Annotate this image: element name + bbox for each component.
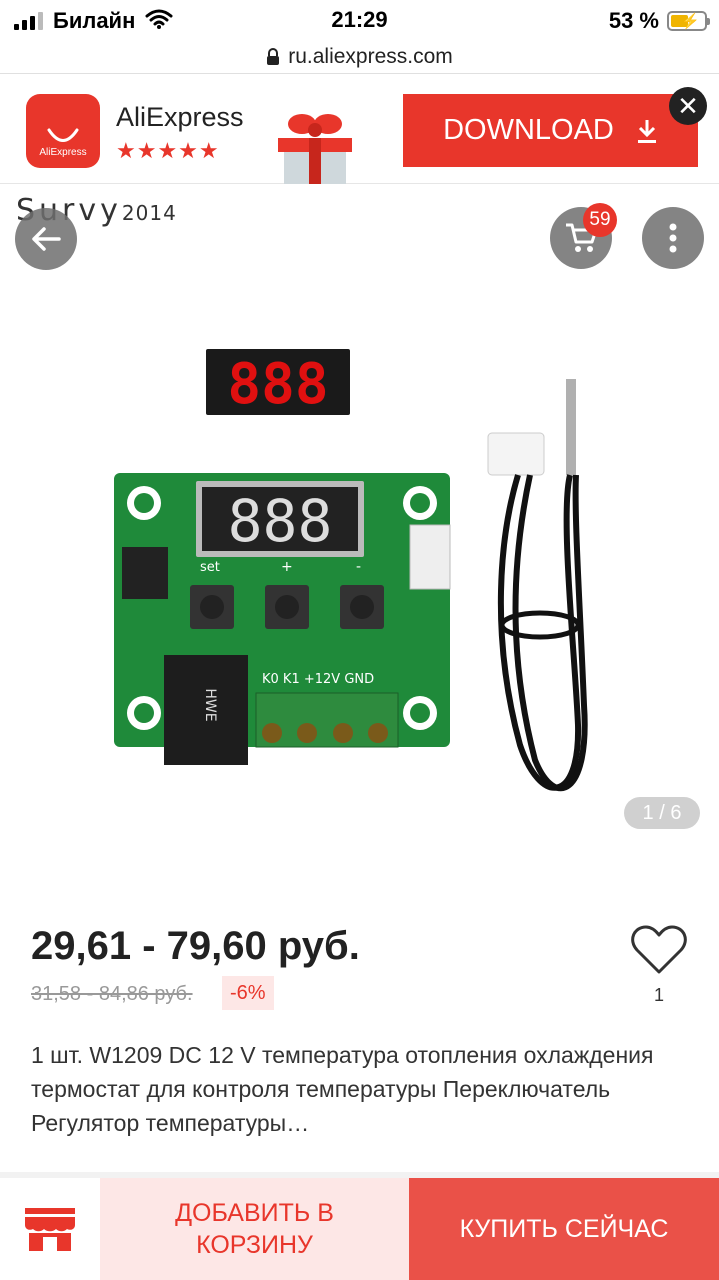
relay-brand: HWE [202,688,218,721]
url-bar[interactable]: ru.aliexpress.com [0,40,719,74]
terminal-labels: K0 K1 +12V GND [262,672,374,687]
wifi-icon [145,9,173,34]
url-text: ru.aliexpress.com [288,44,453,68]
store-button[interactable] [0,1178,100,1280]
download-button[interactable]: DOWNLOAD [403,94,698,167]
image-counter: 1 / 6 [624,797,700,829]
wishlist-button[interactable] [630,924,688,981]
cart-count-badge: 59 [583,203,617,237]
heart-icon [631,925,687,974]
add-to-cart-button[interactable]: ДОБАВИТЬ В КОРЗИНУ [100,1178,409,1280]
wishlist-count: 1 [653,985,664,1005]
original-price: 31,58 - 84,86 руб. [31,983,193,1005]
carrier-name: Билайн [53,8,136,33]
app-install-banner: AliExpress AliExpress ★★★★★ DOWNLOAD [0,80,719,184]
lock-icon [266,47,280,66]
aliexpress-logo: AliExpress [26,94,100,168]
price-range: 29,61 - 79,60 руб. [31,924,360,968]
plus-label: + [281,559,293,575]
standalone-display-digits: 888 [227,352,328,417]
download-label: DOWNLOAD [443,114,614,146]
product-photo: 888 888 set + - HWE K0 K1 +12V GND [114,349,588,792]
bolt-icon: ⚡ [681,13,700,30]
bag-smile-icon [47,128,79,142]
product-title[interactable]: 1 шт. W1209 DC 12 V температура отоплени… [31,1038,691,1140]
gift-box-icon [278,114,352,184]
status-right: 53 % ⚡ [608,8,710,34]
minus-label: - [356,559,361,575]
close-icon: ✕ [677,90,699,121]
onboard-display-digits: 888 [228,487,333,555]
battery-charging-icon: ⚡ [667,11,710,31]
more-vertical-icon [669,223,677,253]
more-options-button[interactable] [642,207,704,269]
close-banner-button[interactable]: ✕ [669,87,707,125]
logo-text: AliExpress [39,147,87,158]
signal-icon [14,12,43,30]
rating-stars-icon: ★★★★★ [116,138,220,163]
product-image-gallery[interactable]: Survy2014 888 888 set + - HWE K0 K1 +12V… [0,185,719,875]
app-name: AliExpress [116,102,244,132]
status-left: Билайн [14,8,173,34]
status-bar: Билайн 21:29 53 % ⚡ [0,0,719,40]
set-label: set [200,560,220,575]
download-arrow-icon [637,119,656,143]
discount-badge: -6% [222,976,274,1010]
battery-percentage: 53 % [608,8,659,33]
back-button[interactable] [15,208,77,270]
store-icon [25,1208,75,1251]
buy-now-button[interactable]: КУПИТЬ СЕЙЧАС [409,1178,719,1280]
bottom-action-bar: ДОБАВИТЬ В КОРЗИНУ КУПИТЬ СЕЙЧАС [0,1178,719,1280]
arrow-left-icon [32,227,61,251]
